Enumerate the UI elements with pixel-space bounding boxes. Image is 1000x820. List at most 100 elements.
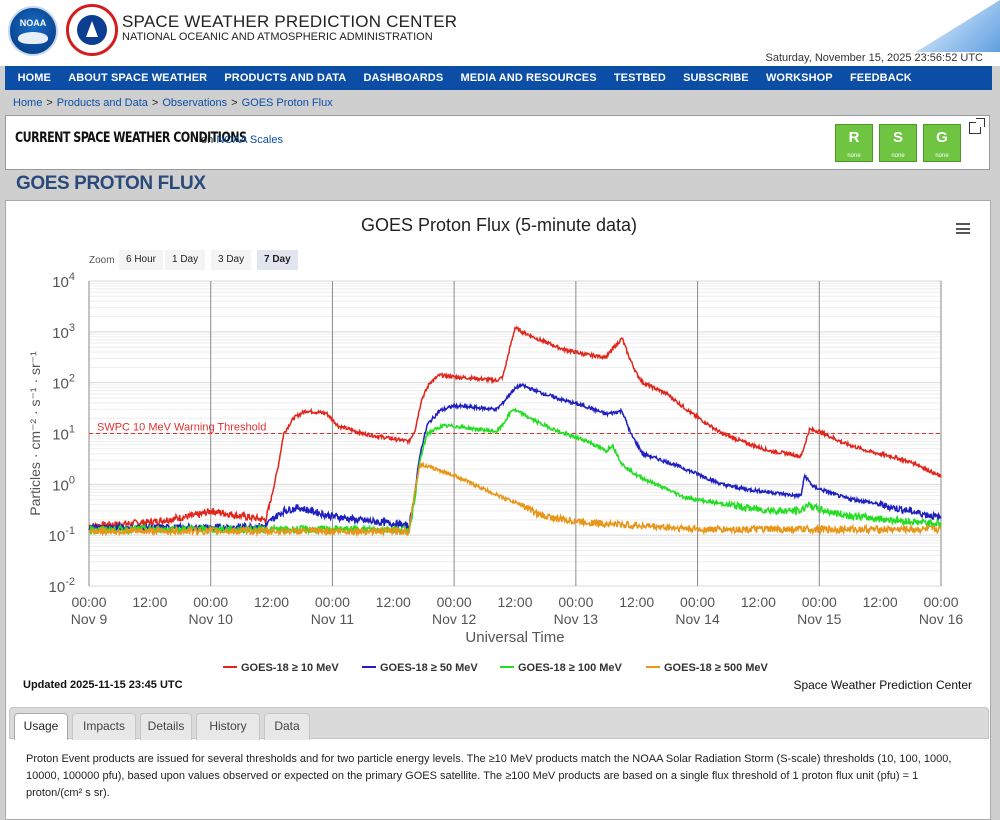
credit-text: Space Weather Prediction Center	[793, 678, 972, 692]
zoom-3-day-button[interactable]: 3 Day	[211, 250, 252, 270]
y-tick-exponent: 4	[69, 271, 75, 283]
scale-s-badge[interactable]: Snone	[879, 124, 917, 162]
y-tick-exponent: 3	[69, 322, 75, 334]
breadcrumb-link[interactable]: Home	[13, 97, 42, 109]
scale-letter: R	[848, 129, 860, 146]
breadcrumb-link[interactable]: Products and Data	[57, 97, 148, 109]
proton-flux-chart: 10410310210110010-110-200:00Nov 912:00 00…	[27, 271, 964, 671]
y-tick-label: 10-2	[49, 576, 75, 596]
nav-item-feedback[interactable]: FEEDBACK	[841, 72, 920, 84]
x-tick-day: Nov 11	[311, 611, 355, 627]
x-tick-time: 00:00	[923, 594, 958, 610]
scale-letter: G	[936, 129, 948, 146]
site-header: NOAA SPACE WEATHER PREDICTION CENTER NAT…	[0, 0, 1000, 66]
tab-body-text: Proton Event products are issued for sev…	[26, 753, 952, 799]
x-tick-day: Nov 13	[554, 611, 599, 627]
noaa-logo[interactable]: NOAA	[8, 6, 58, 56]
y-tick-base: 10	[49, 579, 66, 596]
tab-usage[interactable]: Usage	[14, 713, 68, 740]
y-tick-base: 10	[52, 376, 69, 393]
y-tick-exponent: 2	[69, 373, 75, 385]
nav-item-workshop[interactable]: WORKSHOP	[757, 72, 841, 84]
y-tick-label: 103	[52, 322, 75, 342]
x-tick-time: 12:00	[619, 594, 654, 610]
x-tick-day: Nov 12	[432, 611, 477, 627]
tab-history[interactable]: History	[196, 713, 260, 740]
nav-item-media-and-resources[interactable]: MEDIA AND RESOURCES	[452, 72, 605, 84]
y-tick-label: 10-1	[49, 525, 75, 545]
chart-panel: 104 103 102 101 100 10-1 10-2 00:00 Nov 9 12:00 00…	[5, 200, 991, 820]
app-root: NOAA SPACE WEATHER PREDICTION CENTER NAT…	[0, 0, 1000, 820]
y-tick-base: 10	[52, 477, 69, 494]
x-tick-time: 00:00	[680, 594, 715, 610]
conditions-on-text: on	[201, 134, 214, 146]
info-tabs: Usage Impacts Details History Data	[9, 707, 989, 740]
breadcrumb-separator: >	[231, 97, 238, 109]
x-tick-time: 12:00	[254, 594, 289, 610]
main-nav: HOME ABOUT SPACE WEATHER PRODUCTS AND DATA…	[5, 66, 992, 90]
x-tick-time: 00:00	[558, 594, 593, 610]
legend-item[interactable]: GOES-18 ≥ 100 MeV	[518, 662, 623, 671]
zoom-1-day-button[interactable]: 1 Day	[165, 250, 206, 270]
x-tick-day: Nov 9	[71, 611, 108, 627]
nws-logo-emblem	[77, 15, 107, 45]
zoom-label: Zoom	[89, 255, 115, 266]
breadcrumb-link[interactable]: GOES Proton Flux	[242, 97, 333, 109]
y-tick-label: 101	[52, 424, 75, 444]
conditions-bar: CURRENT SPACE WEATHER CONDITIONS on NOAA…	[5, 115, 990, 170]
nws-logo[interactable]	[66, 4, 118, 56]
zoom-7-day-button[interactable]: 7 Day	[257, 250, 298, 270]
x-tick-time: 00:00	[71, 594, 106, 610]
nav-item-home[interactable]: HOME	[9, 72, 60, 84]
nav-item-about-space-weather[interactable]: ABOUT SPACE WEATHER	[60, 72, 216, 84]
y-tick-exponent: 0	[69, 474, 75, 486]
x-tick-day: Nov 14	[675, 611, 720, 627]
scale-r-badge[interactable]: Rnone	[835, 124, 873, 162]
site-title[interactable]: SPACE WEATHER PREDICTION CENTER	[122, 12, 457, 32]
y-tick-label: 104	[52, 271, 75, 291]
conditions-on: on NOAA Scales	[201, 134, 283, 146]
x-tick-time: 12:00	[497, 594, 532, 610]
tab-impacts[interactable]: Impacts	[72, 713, 136, 740]
y-tick-exponent: 1	[69, 424, 75, 436]
x-tick-time: 12:00	[741, 594, 776, 610]
x-tick-time: 12:00	[863, 594, 898, 610]
page-title: GOES PROTON FLUX	[16, 173, 206, 194]
scale-g-badge[interactable]: Gnone	[923, 124, 961, 162]
nav-item-subscribe[interactable]: SUBSCRIBE	[674, 72, 757, 84]
legend-item[interactable]: GOES-18 ≥ 500 MeV	[664, 662, 769, 671]
nav-item-products-and-data[interactable]: PRODUCTS AND DATA	[216, 72, 355, 84]
breadcrumb-separator: >	[151, 97, 159, 109]
nav-item-dashboards[interactable]: DASHBOARDS	[355, 72, 452, 84]
breadcrumb: Home > Products and Data > Observations > GOES…	[13, 97, 333, 109]
x-tick-time: 12:00	[376, 594, 411, 610]
scale-value: none	[935, 153, 949, 159]
x-tick-day: Nov 16	[919, 611, 964, 627]
x-tick-time: 00:00	[193, 594, 228, 610]
site-subtitle: NATIONAL OCEANIC AND ATMOSPHERIC ADMINIS…	[122, 31, 433, 43]
threshold-label: SWPC 10 MeV Warning Threshold	[97, 422, 266, 434]
y-tick-base: 10	[52, 274, 69, 291]
scale-value: none	[847, 153, 861, 159]
nav-item-testbed[interactable]: TESTBED	[605, 72, 674, 84]
noaa-scales-link[interactable]: NOAA Scales	[216, 134, 283, 146]
y-axis-title: Particles · cm⁻² · s⁻¹ · sr⁻¹	[27, 351, 43, 516]
x-tick-day: Nov 15	[797, 611, 842, 627]
y-tick-label: 102	[52, 373, 75, 393]
zoom-6-hour-button[interactable]: 6 Hour	[119, 250, 164, 270]
breadcrumb-separator: >	[46, 97, 53, 109]
tab-details[interactable]: Details	[140, 713, 192, 740]
scale-letter: S	[892, 129, 903, 146]
chart-menu-icon[interactable]	[956, 223, 970, 234]
external-link-icon[interactable]	[969, 118, 985, 134]
x-axis-title: Universal Time	[465, 629, 564, 646]
breadcrumb-link[interactable]: Observations	[162, 97, 227, 109]
y-tick-base: 10	[52, 427, 69, 444]
y-tick-base: 10	[52, 325, 69, 342]
y-tick-exponent: -1	[65, 525, 75, 537]
tab-data[interactable]: Data	[264, 713, 310, 740]
x-tick-time: 12:00	[132, 594, 167, 610]
legend-item[interactable]: GOES-18 ≥ 50 MeV	[380, 662, 478, 671]
x-tick-day: Nov 10	[189, 611, 234, 627]
legend-item[interactable]: GOES-18 ≥ 10 MeV	[241, 662, 339, 671]
